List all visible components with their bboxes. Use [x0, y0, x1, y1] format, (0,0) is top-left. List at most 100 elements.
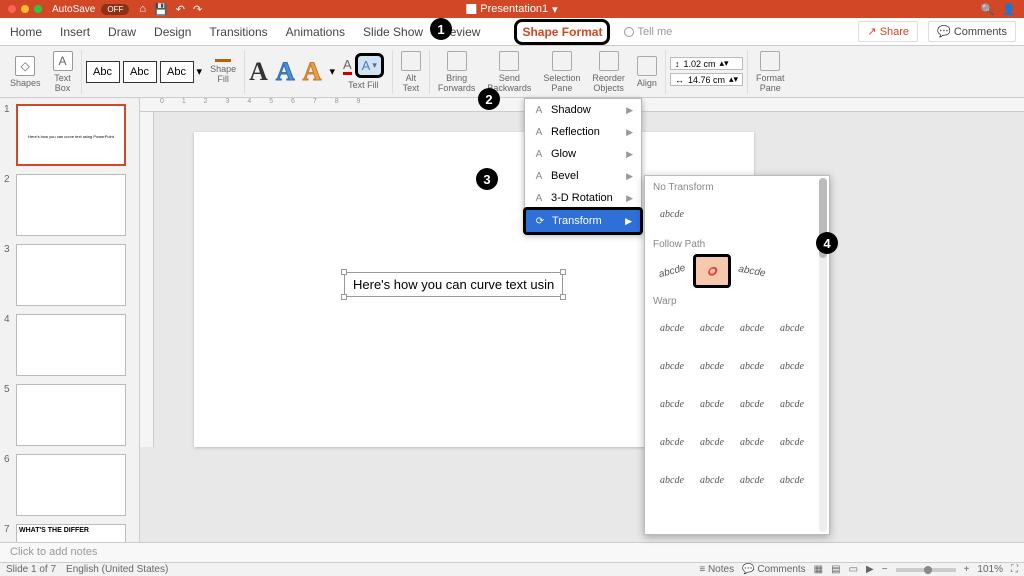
zoom-out[interactable]: − — [882, 564, 888, 575]
window-controls[interactable] — [8, 5, 42, 13]
zoom-in[interactable]: + — [964, 564, 970, 575]
tab-home[interactable]: Home — [8, 19, 44, 45]
thumb-6[interactable] — [16, 454, 126, 516]
thumb-5[interactable] — [16, 384, 126, 446]
tab-transitions[interactable]: Transitions — [207, 19, 269, 45]
thumb-4[interactable] — [16, 314, 126, 376]
style-1[interactable]: Abc — [86, 61, 120, 83]
autosave-toggle[interactable]: OFF — [101, 4, 129, 15]
alt-text-icon — [401, 51, 421, 71]
warp-5[interactable]: abcde — [653, 349, 691, 383]
notes-pane[interactable]: Click to add notes — [0, 542, 1024, 562]
thumb-3[interactable] — [16, 244, 126, 306]
language-indicator[interactable]: English (United States) — [66, 564, 168, 575]
reorder-objects[interactable]: Reorder Objects — [588, 51, 629, 93]
more-wordart[interactable]: ▾ — [329, 65, 335, 78]
wordart-styles[interactable]: A A A ▾ — [249, 57, 335, 87]
view-normal-icon[interactable]: ▦ — [814, 564, 823, 575]
view-sorter-icon[interactable]: ▤ — [831, 564, 840, 575]
warp-13[interactable]: abcde — [653, 425, 691, 459]
warp-1[interactable]: abcde — [653, 311, 691, 345]
warp-17[interactable]: abcde — [653, 463, 691, 497]
tab-slideshow[interactable]: Slide Show — [361, 19, 425, 45]
tab-insert[interactable]: Insert — [58, 19, 92, 45]
warp-2[interactable]: abcde — [693, 311, 731, 345]
share-button[interactable]: ↗ Share — [858, 21, 918, 42]
wordart-1[interactable]: A — [249, 57, 268, 87]
warp-11[interactable]: abcde — [733, 387, 771, 421]
shape-styles[interactable]: Abc Abc Abc ▾ — [86, 61, 203, 83]
selection-pane[interactable]: Selection Pane — [539, 51, 584, 93]
textbox-group[interactable]: A Text Box — [49, 51, 77, 93]
warp-9[interactable]: abcde — [653, 387, 691, 421]
fx-glow[interactable]: AGlow▶ — [525, 143, 641, 165]
follow-path-1[interactable]: abcde — [649, 250, 695, 293]
text-effects-button[interactable]: A▾ — [355, 53, 384, 78]
thumb-7[interactable]: WHAT'S THE DIFFER — [16, 524, 126, 542]
transform-none[interactable]: abcde — [653, 197, 691, 231]
tab-shape-format[interactable]: Shape Format — [514, 19, 610, 45]
follow-path-3[interactable]: abcde — [730, 251, 773, 291]
bulb-icon — [624, 27, 634, 37]
chevron-down-icon[interactable]: ▾ — [552, 3, 558, 16]
fx-reflection[interactable]: AReflection▶ — [525, 121, 641, 143]
redo-icon[interactable]: ↷ — [193, 3, 202, 16]
undo-icon[interactable]: ↶ — [176, 3, 185, 16]
wordart-3[interactable]: A — [303, 57, 322, 87]
align-group[interactable]: Align — [633, 56, 661, 88]
tell-me-search[interactable]: Tell me — [624, 26, 672, 38]
width-input[interactable]: ↔ 14.76 cm ▴▾ — [670, 73, 743, 86]
thumb-1[interactable]: Here's how you can curve text using Powe… — [16, 104, 126, 166]
tab-animations[interactable]: Animations — [284, 19, 347, 45]
height-input[interactable]: ↕ 1.02 cm ▴▾ — [670, 57, 743, 70]
tab-draw[interactable]: Draw — [106, 19, 138, 45]
warp-18[interactable]: abcde — [693, 463, 731, 497]
user-icon[interactable]: 👤 — [1002, 3, 1016, 16]
tab-design[interactable]: Design — [152, 19, 193, 45]
comments-button[interactable]: 💬 Comments — [928, 21, 1016, 42]
format-pane[interactable]: Format Pane — [752, 51, 789, 93]
warp-10[interactable]: abcde — [693, 387, 731, 421]
warp-7[interactable]: abcde — [733, 349, 771, 383]
thumb-2[interactable] — [16, 174, 126, 236]
warp-15[interactable]: abcde — [733, 425, 771, 459]
document-title[interactable]: Presentation1 — [480, 3, 548, 15]
notes-button[interactable]: ≡ Notes — [699, 564, 734, 575]
fit-window-icon[interactable]: ⛶ — [1011, 564, 1018, 575]
search-icon[interactable]: 🔍 — [981, 3, 995, 16]
style-3[interactable]: Abc — [160, 61, 194, 83]
zoom-level[interactable]: 101% — [977, 564, 1003, 575]
bring-forward[interactable]: Bring Forwards — [434, 51, 480, 93]
send-backward[interactable]: Send Backwards — [483, 51, 535, 93]
warp-14[interactable]: abcde — [693, 425, 731, 459]
warp-19[interactable]: abcde — [733, 463, 771, 497]
gallery-section-follow: Follow Path — [645, 233, 829, 252]
save-icon[interactable]: 💾 — [154, 3, 168, 16]
shape-fill-group[interactable]: Shape Fill — [206, 59, 240, 84]
follow-path-circle[interactable]: ⭕ — [693, 254, 731, 288]
fx-shadow[interactable]: AShadow▶ — [525, 99, 641, 121]
alt-text-group[interactable]: Alt Text — [397, 51, 425, 93]
warp-12[interactable]: abcde — [773, 387, 811, 421]
style-2[interactable]: Abc — [123, 61, 157, 83]
view-reading-icon[interactable]: ▭ — [849, 564, 858, 575]
warp-16[interactable]: abcde — [773, 425, 811, 459]
shapes-group[interactable]: ◇ Shapes — [6, 56, 45, 88]
warp-6[interactable]: abcde — [693, 349, 731, 383]
slide-indicator[interactable]: Slide 1 of 7 — [6, 564, 56, 575]
status-comments[interactable]: 💬 Comments — [742, 564, 806, 575]
text-fill-icon[interactable]: A — [343, 57, 352, 75]
fx-3d-rotation[interactable]: A3-D Rotation▶ — [525, 187, 641, 209]
zoom-slider[interactable] — [896, 568, 956, 572]
warp-20[interactable]: abcde — [773, 463, 811, 497]
more-styles[interactable]: ▾ — [197, 65, 203, 78]
warp-4[interactable]: abcde — [773, 311, 811, 345]
warp-8[interactable]: abcde — [773, 349, 811, 383]
view-slideshow-icon[interactable]: ▶ — [866, 564, 874, 575]
selected-textbox[interactable]: Here's how you can curve text usin — [344, 272, 563, 297]
warp-3[interactable]: abcde — [733, 311, 771, 345]
fx-bevel[interactable]: ABevel▶ — [525, 165, 641, 187]
fx-transform[interactable]: ⟳Transform▶ — [523, 207, 643, 235]
home-icon[interactable]: ⌂ — [139, 3, 146, 16]
wordart-2[interactable]: A — [276, 57, 295, 87]
